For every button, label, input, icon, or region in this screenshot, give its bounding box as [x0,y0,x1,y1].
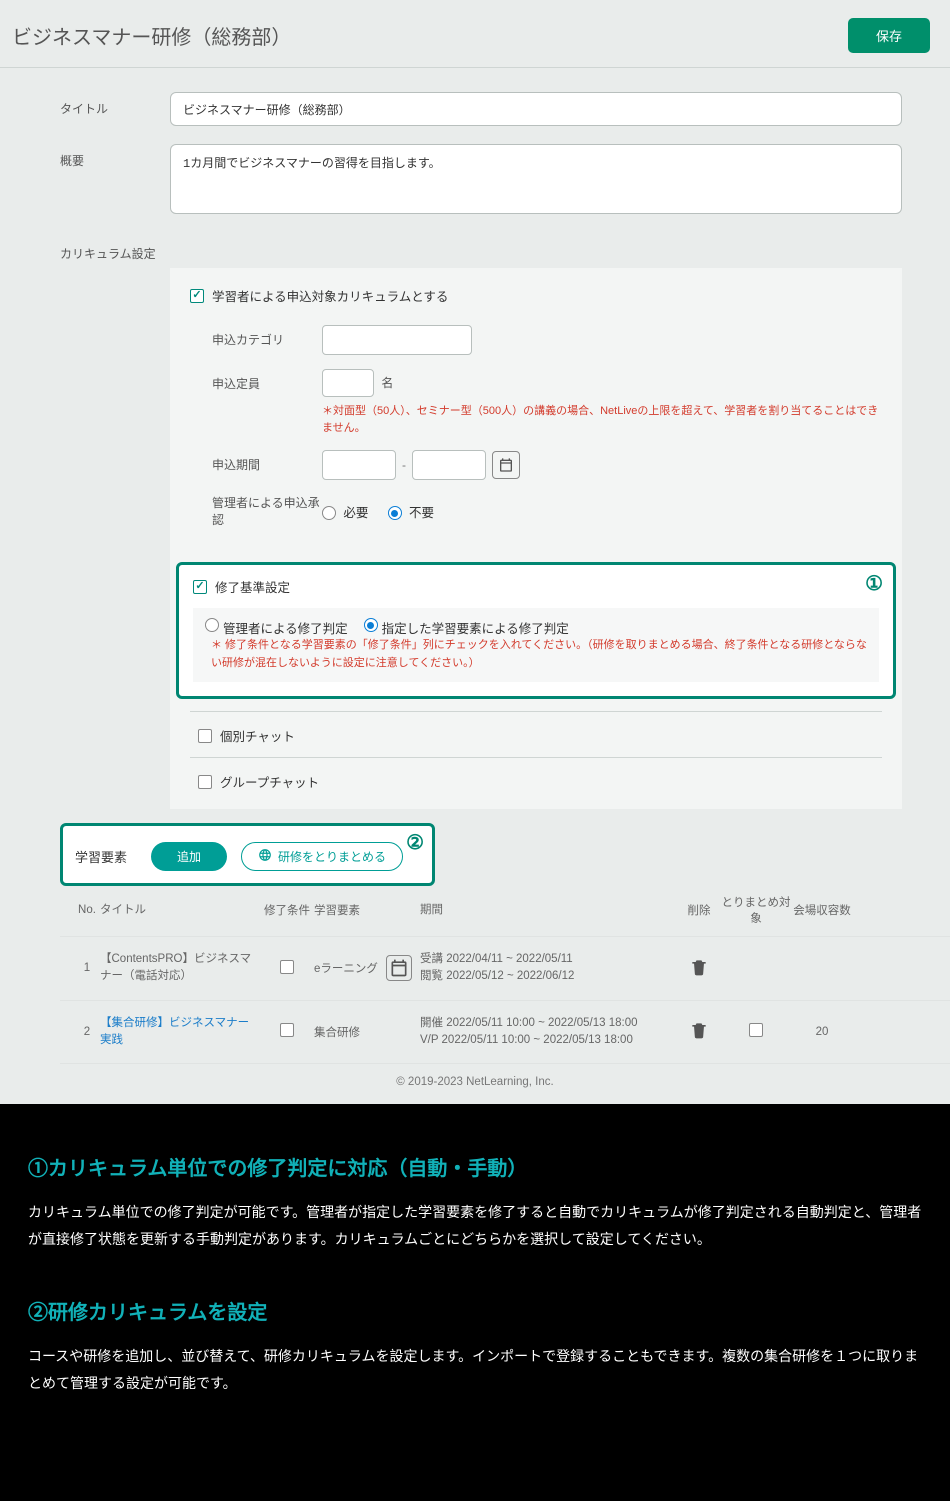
category-label: 申込カテゴリ [212,325,322,348]
callout-1-icon: ① [865,571,883,596]
completion-warning: ＊ 修了条件となる学習要素の「修了条件」列にチェックを入れてください。（研修を取… [211,637,867,672]
completion-by-element-radio[interactable] [364,618,378,632]
group-chat-label: グループチャット [220,772,319,791]
calendar-icon[interactable] [386,955,412,981]
title-label: タイトル [60,92,170,117]
wrap-target-checkbox[interactable] [749,1023,763,1037]
trash-icon[interactable] [689,1031,709,1043]
overview-textarea[interactable] [170,144,902,214]
approval-noneed-label: 不要 [409,506,434,520]
cell-type: eラーニング [314,960,386,976]
col-type: 学習要素 [314,902,386,918]
col-target: とりまとめ対象 [720,894,792,926]
globe-icon [258,848,272,865]
individual-chat-label: 個別チャット [220,726,295,745]
cell-period: 受講 2022/04/11 ~ 2022/05/11閲覧 2022/05/12 … [420,951,678,986]
apply-period-label: 申込期間 [212,450,322,473]
cell-type: 集合研修 [314,1024,386,1040]
wrap-training-label: 研修をとりまとめる [278,848,386,865]
cell-no: 1 [74,962,100,974]
col-period: 期間 [420,902,678,919]
title-input[interactable] [170,92,902,126]
callout-2-icon: ② [406,830,424,855]
completion-by-admin-label: 管理者による修了判定 [223,618,348,637]
add-element-button[interactable]: 追加 [151,842,227,871]
explain-heading-1: ①カリキュラム単位での修了判定に対応（自動・手動） [28,1152,922,1181]
cell-title[interactable]: 【集合研修】ビジネスマナー実践 [100,1015,260,1050]
cell-title: 【ContentsPRO】ビジネスマナー（電話対応） [100,951,260,986]
completion-by-admin-radio[interactable] [205,618,219,632]
category-input[interactable] [322,325,472,355]
completion-cond-checkbox[interactable] [280,960,294,974]
learning-elements-title: 学習要素 [75,847,127,866]
apply-period-to-input[interactable] [412,450,486,480]
capacity-unit: 名 [381,376,393,390]
approval-need-radio[interactable] [322,506,336,520]
col-del: 削除 [678,902,720,918]
period-sep: - [402,458,406,472]
completion-settings-checkbox[interactable] [193,580,207,594]
save-button[interactable]: 保存 [848,18,930,53]
col-title: タイトル [100,902,260,919]
cell-period: 開催 2022/05/11 10:00 ~ 2022/05/13 18:00V/… [420,1015,678,1050]
cell-capacity: 20 [792,1026,852,1038]
explain-heading-2: ②研修カリキュラムを設定 [28,1296,922,1325]
col-cond: 修了条件 [260,902,314,918]
calendar-icon[interactable] [492,451,520,479]
approval-noneed-radio[interactable] [388,506,402,520]
individual-chat-checkbox[interactable] [198,729,212,743]
explain-text-1: カリキュラム単位での修了判定が可能です。管理者が指定した学習要素を修了すると自動… [28,1199,922,1252]
explain-text-2: コースや研修を追加し、並び替えて、研修カリキュラムを設定します。インポートで登録… [28,1343,922,1396]
overview-label: 概要 [60,144,170,169]
completion-settings-label: 修了基準設定 [215,577,290,596]
approval-need-label: 必要 [343,506,368,520]
learner-apply-checkbox[interactable] [190,289,204,303]
capacity-warning: ＊対面型（50人）、セミナー型（500人）の講義の場合、NetLiveの上限を超… [322,403,882,436]
learner-apply-label: 学習者による申込対象カリキュラムとする [212,286,448,305]
col-no: No. [74,904,100,916]
completion-by-element-label: 指定した学習要素による修了判定 [382,618,569,637]
wrap-training-button[interactable]: 研修をとりまとめる [241,842,403,871]
learning-elements-highlight: ② 学習要素 追加 研修をとりまとめる [60,823,435,886]
col-cap: 会場収容数 [792,902,852,918]
page-title: ビジネスマナー研修（総務部） [12,21,291,50]
completion-cond-checkbox[interactable] [280,1023,294,1037]
completion-settings-highlight: ① 修了基準設定 管理者による修了判定 指定した学習要素による修了判定 ＊ 修了… [176,562,896,699]
table-row: 1 【ContentsPRO】ビジネスマナー（電話対応） eラーニング 受講 2… [60,937,950,1001]
capacity-input[interactable] [322,369,374,397]
approval-label: 管理者による申込承認 [212,494,322,528]
apply-period-from-input[interactable] [322,450,396,480]
table-row: 2 【集合研修】ビジネスマナー実践 集合研修 開催 2022/05/11 10:… [60,1001,950,1065]
trash-icon[interactable] [689,968,709,980]
curriculum-label: カリキュラム設定 [60,237,170,262]
group-chat-checkbox[interactable] [198,775,212,789]
cell-no: 2 [74,1026,100,1038]
copyright: © 2019-2023 NetLearning, Inc. [0,1064,950,1104]
table-header-row: No. タイトル 修了条件 学習要素 期間 削除 とりまとめ対象 会場収容数 [60,886,950,937]
capacity-label: 申込定員 [212,369,322,392]
